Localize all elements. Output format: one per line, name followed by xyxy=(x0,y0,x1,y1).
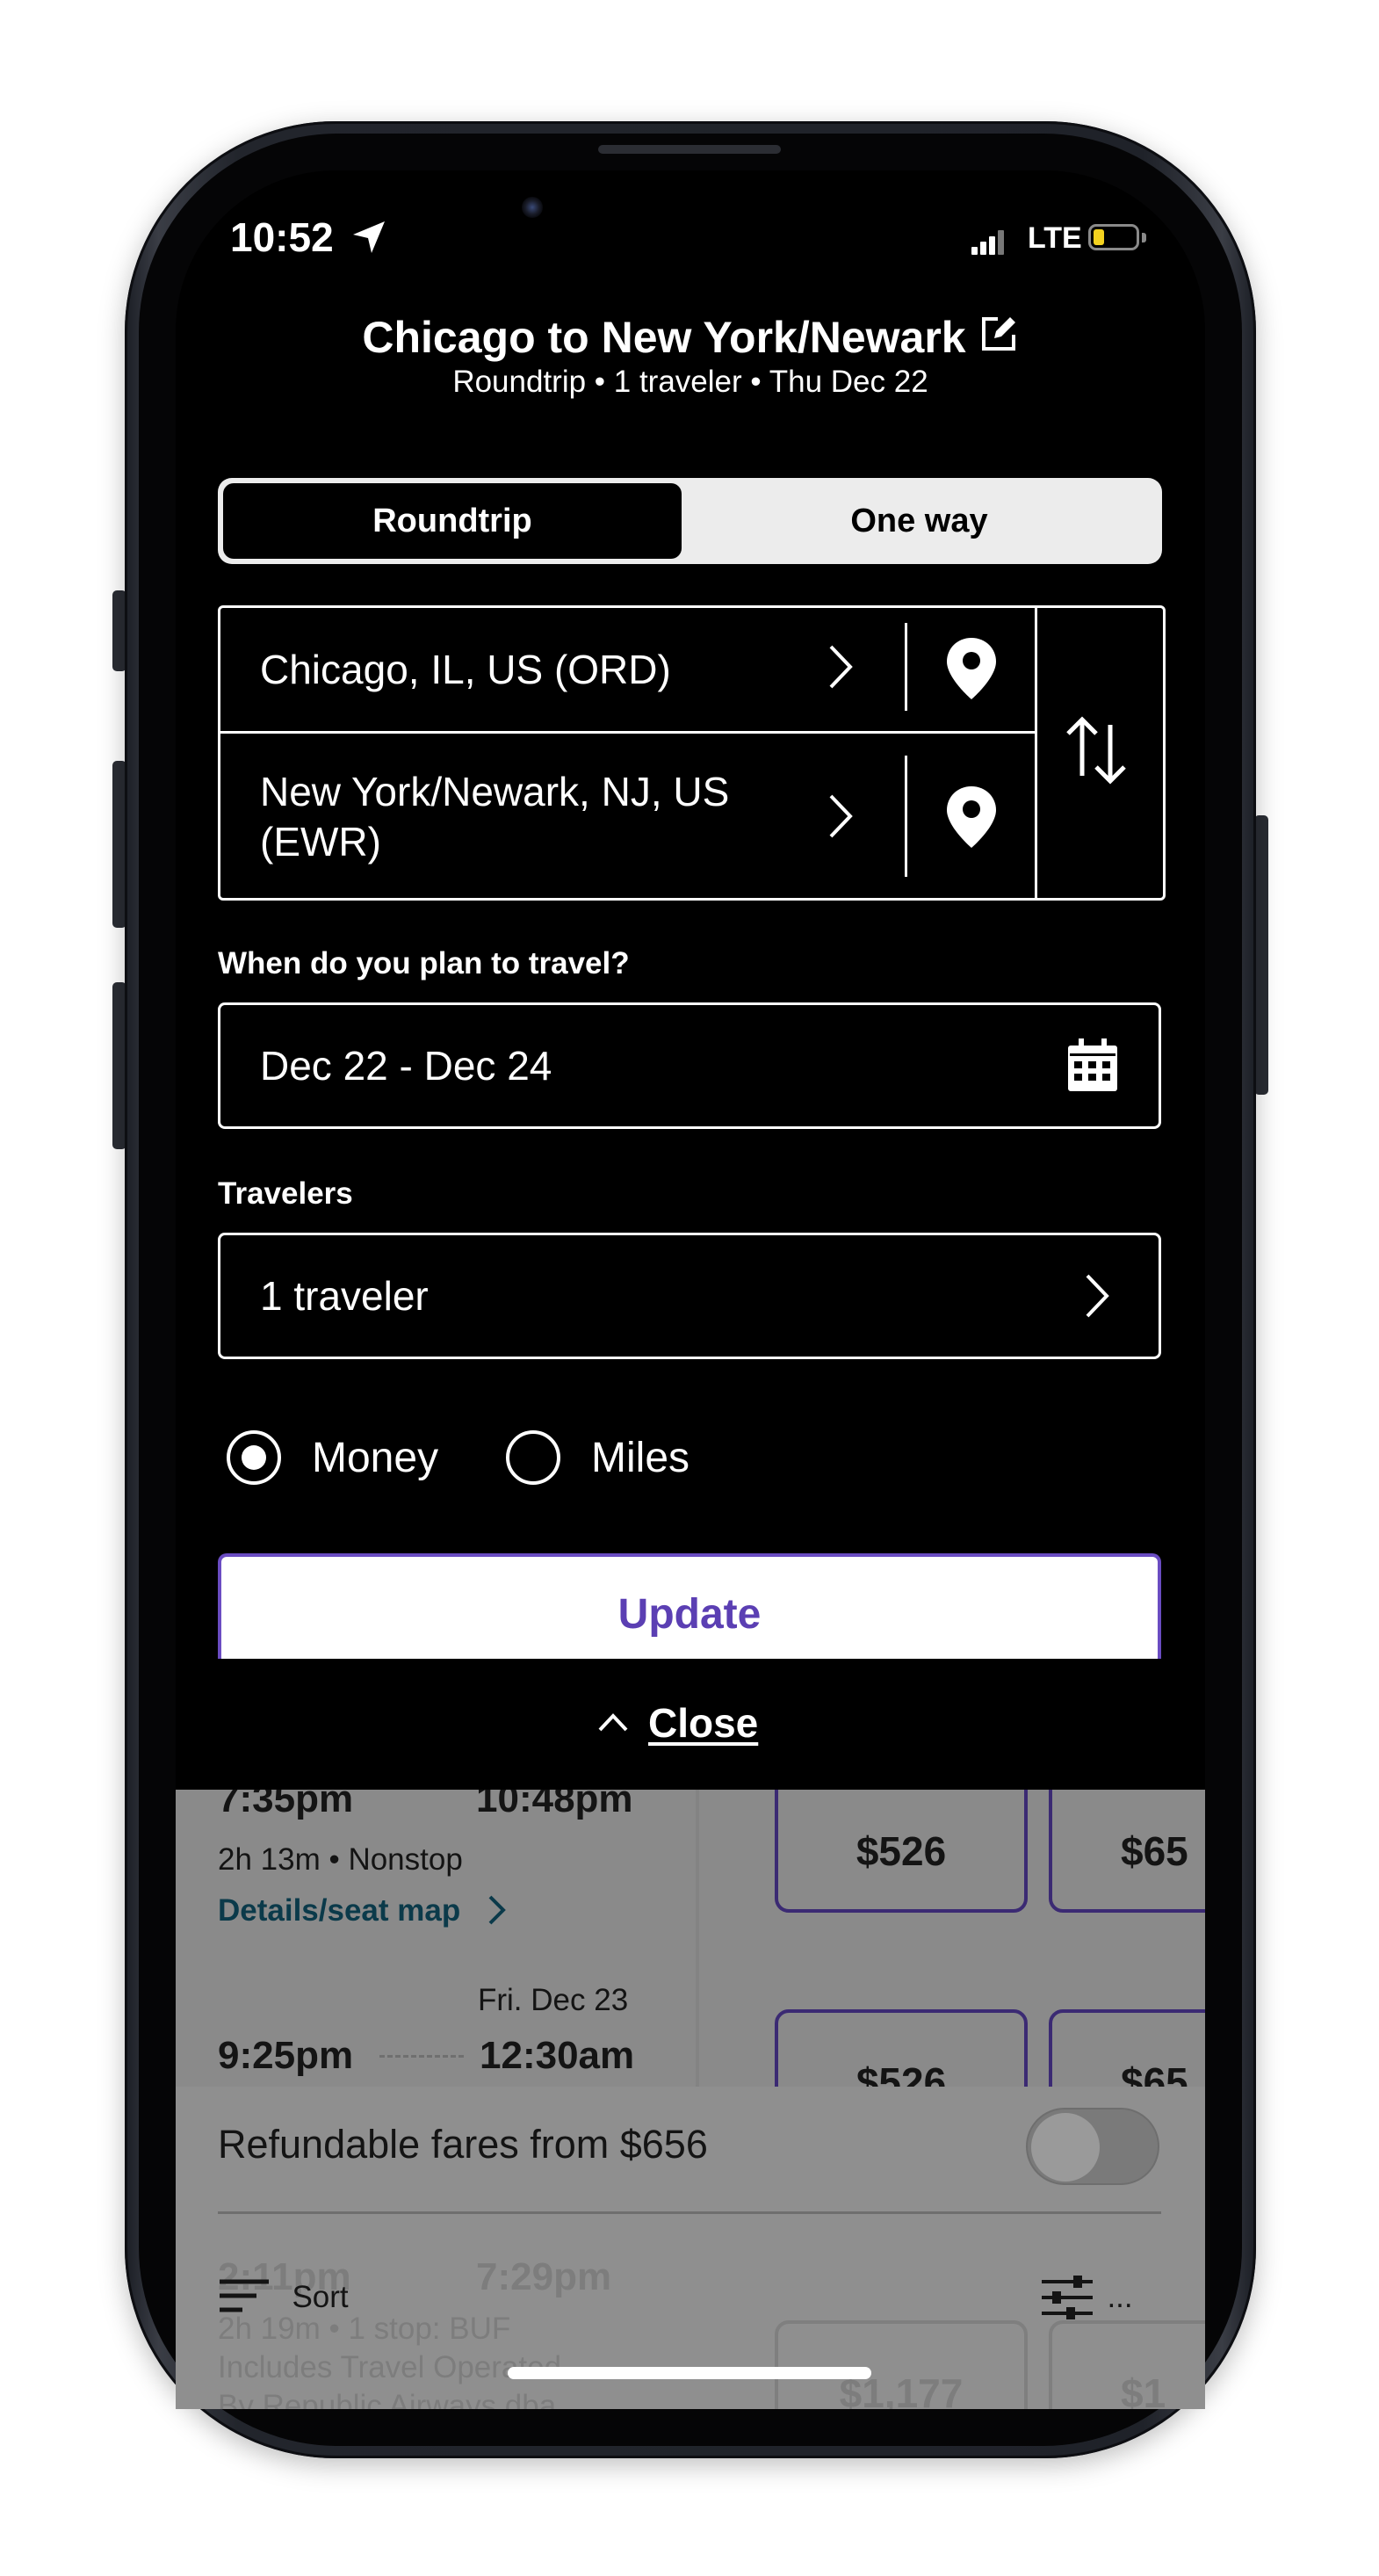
origin-field[interactable]: Chicago, IL, US (ORD) xyxy=(260,646,671,693)
battery-icon xyxy=(1088,224,1139,250)
travelers-value: 1 traveler xyxy=(260,1273,429,1319)
network-type: LTE xyxy=(1028,221,1082,255)
status-time: 10:52 xyxy=(230,214,334,260)
fare-button[interactable]: $65 xyxy=(1049,1790,1205,1913)
filter-label: ... xyxy=(1107,2280,1133,2314)
battery-tip xyxy=(1142,233,1146,242)
operator-note: By Republic Airways dba xyxy=(218,2389,557,2409)
swap-arrows-icon[interactable] xyxy=(1063,714,1133,786)
home-indicator xyxy=(508,2367,871,2379)
page-title: Chicago to New York/Newark xyxy=(176,312,1205,363)
route-divider xyxy=(218,731,1035,734)
flight-duration: 2h 13m • Nonstop xyxy=(218,1842,463,1877)
tab-one-way[interactable]: One way xyxy=(682,483,1157,559)
chevron-right-icon[interactable] xyxy=(827,643,854,691)
miles-radio[interactable] xyxy=(506,1430,560,1485)
arrive-date: Fri. Dec 23 xyxy=(478,1983,629,2017)
arrive-time: 10:48pm xyxy=(476,1790,633,1820)
filter-button[interactable]: ... xyxy=(1040,2275,1133,2327)
fare-button[interactable]: $526 xyxy=(775,1790,1028,1913)
front-camera xyxy=(522,197,543,218)
sort-label: Sort xyxy=(292,2280,349,2314)
page-subtitle: Roundtrip • 1 traveler • Thu Dec 22 xyxy=(452,365,928,399)
chevron-right-icon xyxy=(488,1895,506,1925)
chevron-right-icon xyxy=(1086,1274,1109,1318)
toolbar-divider xyxy=(218,2211,1161,2214)
refundable-label: Refundable fares from $656 xyxy=(218,2122,708,2167)
details-link-label: Details/seat map xyxy=(218,1893,461,1928)
location-pin-icon[interactable] xyxy=(944,636,999,701)
date-range-value: Dec 22 - Dec 24 xyxy=(260,1043,552,1089)
close-link[interactable]: Close xyxy=(648,1699,758,1747)
route-dash xyxy=(379,2055,464,2058)
fare-button[interactable]: $1,177 xyxy=(775,2320,1028,2409)
update-button-label: Update xyxy=(617,1591,762,1638)
results-toolbar: Refundable fares from $656 2:11pm 7:29pm… xyxy=(176,2087,1205,2409)
chevron-up-icon xyxy=(598,1713,628,1732)
location-arrow-icon xyxy=(353,221,385,253)
flight-card-divider xyxy=(696,1790,699,2088)
money-radio[interactable] xyxy=(227,1430,281,1485)
calendar-icon[interactable] xyxy=(1066,1037,1119,1093)
edit-icon[interactable] xyxy=(978,314,1019,354)
filter-sliders-icon xyxy=(1042,2276,1093,2319)
tab-roundtrip[interactable]: Roundtrip xyxy=(223,483,682,559)
travelers-label: Travelers xyxy=(218,1176,353,1211)
sort-icon xyxy=(220,2279,269,2312)
arrive-time: 12:30am xyxy=(480,2034,635,2077)
origin-separator xyxy=(905,623,907,711)
depart-time: 9:25pm xyxy=(218,2034,354,2077)
earpiece-speaker xyxy=(598,145,781,154)
miles-label[interactable]: Miles xyxy=(591,1434,690,1482)
dates-label: When do you plan to travel? xyxy=(218,946,630,980)
chevron-right-icon[interactable] xyxy=(827,792,854,840)
results-background: 7:35pm 10:48pm 2h 13m • Nonstop Details/… xyxy=(176,1790,1205,2409)
money-label[interactable]: Money xyxy=(312,1434,438,1482)
destination-field[interactable]: New York/Newark, NJ, US (EWR) xyxy=(260,767,822,867)
depart-time: 7:35pm xyxy=(218,1790,354,1820)
fare-button[interactable]: $1 xyxy=(1049,2320,1205,2409)
location-pin-icon[interactable] xyxy=(944,785,999,850)
refundable-toggle[interactable] xyxy=(1026,2108,1159,2185)
radio-selected-dot xyxy=(242,1445,266,1470)
arrive-time: 7:29pm xyxy=(476,2255,612,2298)
toggle-knob xyxy=(1031,2113,1100,2182)
page-title-text: Chicago to New York/Newark xyxy=(362,313,966,362)
route-swap-divider xyxy=(1035,605,1037,901)
sort-button[interactable]: Sort xyxy=(218,2276,349,2329)
signal-icon xyxy=(971,230,1007,255)
details-link[interactable]: Details/seat map xyxy=(218,1893,507,1928)
power-button xyxy=(1254,815,1268,1095)
destination-separator xyxy=(905,756,907,877)
